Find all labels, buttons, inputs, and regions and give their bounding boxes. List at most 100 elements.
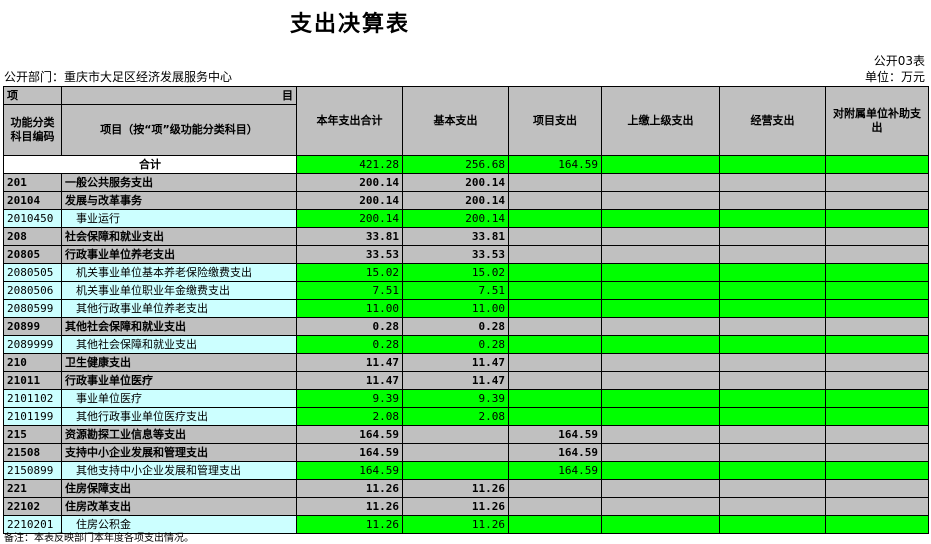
row-value xyxy=(508,263,602,282)
row-value xyxy=(601,173,720,192)
row-code: 2089999 xyxy=(3,335,62,354)
row-value xyxy=(719,299,826,318)
row-value xyxy=(825,281,929,300)
row-value: 11.26 xyxy=(296,479,403,498)
row-value xyxy=(508,479,602,498)
row-value xyxy=(601,209,720,228)
row-name: 机关事业单位职业年金缴费支出 xyxy=(61,281,297,300)
table-row: 20104 发展与改革事务 200.14 200.14 xyxy=(3,191,929,210)
header-mu: 目 xyxy=(61,86,297,105)
row-value xyxy=(719,407,826,426)
row-code: 2010450 xyxy=(3,209,62,228)
table-row: 20805 行政事业单位养老支出 33.53 33.53 xyxy=(3,245,929,264)
row-value: 0.28 xyxy=(296,317,403,336)
row-value: 164.59 xyxy=(296,461,403,480)
row-value xyxy=(508,371,602,390)
table-row: 21508 支持中小企业发展和管理支出 164.59 164.59 xyxy=(3,443,929,462)
header-col-project: 项目支出 xyxy=(508,86,602,156)
row-value: 164.59 xyxy=(508,461,602,480)
row-code: 20899 xyxy=(3,317,62,336)
row-value xyxy=(825,335,929,354)
row-code: 215 xyxy=(3,425,62,444)
row-value xyxy=(508,515,602,534)
table-row: 215 资源勘探工业信息等支出 164.59 164.59 xyxy=(3,425,929,444)
table-row: 221 住房保障支出 11.26 11.26 xyxy=(3,479,929,498)
row-name: 其他社会保障和就业支出 xyxy=(61,335,297,354)
total-cell xyxy=(601,155,720,174)
header-col-basic: 基本支出 xyxy=(402,86,509,156)
total-cell: 164.59 xyxy=(508,155,602,174)
row-name: 社会保障和就业支出 xyxy=(61,227,297,246)
row-value xyxy=(825,317,929,336)
row-code: 2080506 xyxy=(3,281,62,300)
row-code: 22102 xyxy=(3,497,62,516)
table-row: 2080505 机关事业单位基本养老保险缴费支出 15.02 15.02 xyxy=(3,263,929,282)
row-value xyxy=(508,353,602,372)
row-value xyxy=(719,317,826,336)
row-value xyxy=(719,479,826,498)
table-row: 208 社会保障和就业支出 33.81 33.81 xyxy=(3,227,929,246)
row-value xyxy=(825,497,929,516)
total-cell xyxy=(825,155,929,174)
row-value xyxy=(601,227,720,246)
row-value: 15.02 xyxy=(402,263,509,282)
row-value xyxy=(601,335,720,354)
row-value xyxy=(825,173,929,192)
row-value xyxy=(508,335,602,354)
row-value xyxy=(508,497,602,516)
page-title: 支出决算表 xyxy=(289,12,410,37)
row-value xyxy=(601,245,720,264)
row-value: 11.47 xyxy=(296,353,403,372)
total-cell: 256.68 xyxy=(402,155,509,174)
row-value: 11.26 xyxy=(402,515,509,534)
department-label: 公开部门：重庆市大足区经济发展服务中心 xyxy=(4,70,233,84)
row-value xyxy=(601,191,720,210)
row-value: 9.39 xyxy=(296,389,403,408)
row-value xyxy=(601,479,720,498)
row-value xyxy=(719,245,826,264)
row-value xyxy=(601,515,720,534)
table-row: 20899 其他社会保障和就业支出 0.28 0.28 xyxy=(3,317,929,336)
row-value xyxy=(601,389,720,408)
row-value xyxy=(825,425,929,444)
row-value xyxy=(508,191,602,210)
row-value xyxy=(508,299,602,318)
row-value xyxy=(601,353,720,372)
row-value xyxy=(508,389,602,408)
row-value: 200.14 xyxy=(402,191,509,210)
form-number: 公开03表 xyxy=(873,54,925,68)
row-value xyxy=(719,389,826,408)
row-name: 一般公共服务支出 xyxy=(61,173,297,192)
table-row: 2080599 其他行政事业单位养老支出 11.00 11.00 xyxy=(3,299,929,318)
row-value xyxy=(825,353,929,372)
row-code: 20104 xyxy=(3,191,62,210)
row-value: 11.00 xyxy=(402,299,509,318)
row-value xyxy=(825,371,929,390)
row-code: 2080599 xyxy=(3,299,62,318)
row-value: 164.59 xyxy=(508,443,602,462)
row-value: 11.00 xyxy=(296,299,403,318)
table-row: 2010450 事业运行 200.14 200.14 xyxy=(3,209,929,228)
total-cell: 421.28 xyxy=(296,155,403,174)
row-value: 0.28 xyxy=(402,335,509,354)
row-value xyxy=(601,443,720,462)
row-value: 2.08 xyxy=(296,407,403,426)
row-code: 2080505 xyxy=(3,263,62,282)
row-value xyxy=(601,317,720,336)
row-value: 200.14 xyxy=(402,173,509,192)
row-value: 11.26 xyxy=(402,497,509,516)
row-code: 208 xyxy=(3,227,62,246)
row-value xyxy=(601,461,720,480)
total-row: 合计 421.28 256.68 164.59 xyxy=(3,155,929,174)
row-value xyxy=(601,425,720,444)
row-value xyxy=(719,209,826,228)
footnote: 备注：本表反映部门本年度各项支出情况。 xyxy=(4,533,194,544)
row-value xyxy=(825,263,929,282)
row-value xyxy=(402,425,509,444)
row-code: 21011 xyxy=(3,371,62,390)
total-cell xyxy=(719,155,826,174)
row-code: 20805 xyxy=(3,245,62,264)
row-value xyxy=(719,353,826,372)
row-value xyxy=(719,173,826,192)
row-code: 2150899 xyxy=(3,461,62,480)
